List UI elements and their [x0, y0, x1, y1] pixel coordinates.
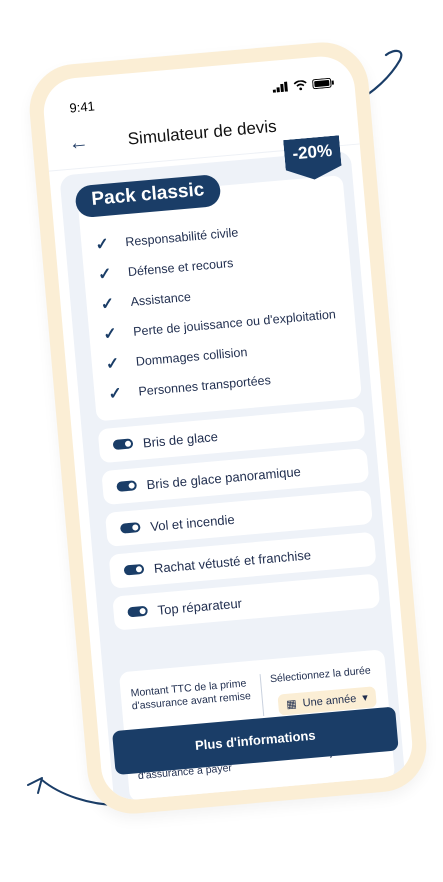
phone-screen: 9:41 ← Simulateur de devis -20% Pack cla…	[41, 53, 415, 803]
option-label: Bris de glace panoramique	[145, 463, 302, 492]
option-label: Top réparateur	[156, 594, 243, 618]
battery-icon	[312, 77, 334, 90]
option-label: Rachat vétusté et franchise	[153, 546, 312, 576]
price-before-label: Montant TTC de la prime d'assurance avan…	[130, 677, 252, 713]
coverage-label: Dommages collision	[135, 345, 248, 369]
coverage-label: Assistance	[130, 289, 192, 309]
option-label: Vol et incendie	[149, 511, 236, 534]
phone-frame: 9:41 ← Simulateur de devis -20% Pack cla…	[25, 38, 431, 818]
content-area: Pack classic ✓ Responsabilité civile ✓ D…	[59, 150, 405, 802]
toggle-switch[interactable]	[127, 605, 149, 618]
coverage-label: Personnes transportées	[137, 373, 272, 399]
toggle-switch[interactable]	[119, 522, 141, 534]
coverage-item: ✓ Dommages collision	[105, 342, 248, 374]
wifi-icon	[293, 80, 307, 91]
chevron-down-icon: ▾	[361, 691, 369, 705]
signal-icon	[272, 81, 288, 93]
duration-value: Une année	[302, 692, 357, 710]
coverage-item: ✓ Responsabilité civile	[95, 222, 239, 254]
check-icon: ✓	[105, 355, 121, 374]
check-icon: ✓	[102, 325, 118, 344]
status-time: 9:41	[68, 98, 96, 116]
coverage-item: ✓ Assistance	[100, 287, 192, 315]
check-icon: ✓	[97, 265, 113, 284]
vertical-divider	[259, 674, 265, 717]
toggle-switch[interactable]	[116, 480, 138, 492]
option-label: Bris de glace	[142, 428, 219, 450]
check-icon: ✓	[100, 295, 115, 314]
status-icons	[272, 77, 335, 93]
duration-label: Sélectionnez la durée	[269, 664, 372, 686]
calendar-icon: ▦	[285, 698, 298, 711]
coverage-label: Perte de jouissance ou d'exploitation	[132, 307, 337, 339]
coverage-item: ✓ Personnes transportées	[108, 370, 272, 404]
check-icon: ✓	[94, 235, 110, 254]
toggle-switch[interactable]	[123, 563, 145, 576]
coverage-label: Défense et recours	[127, 255, 234, 280]
check-icon: ✓	[107, 385, 123, 404]
coverage-item: ✓ Défense et recours	[97, 253, 234, 285]
toggle-switch[interactable]	[112, 438, 134, 451]
coverage-label: Responsabilité civile	[124, 225, 239, 250]
